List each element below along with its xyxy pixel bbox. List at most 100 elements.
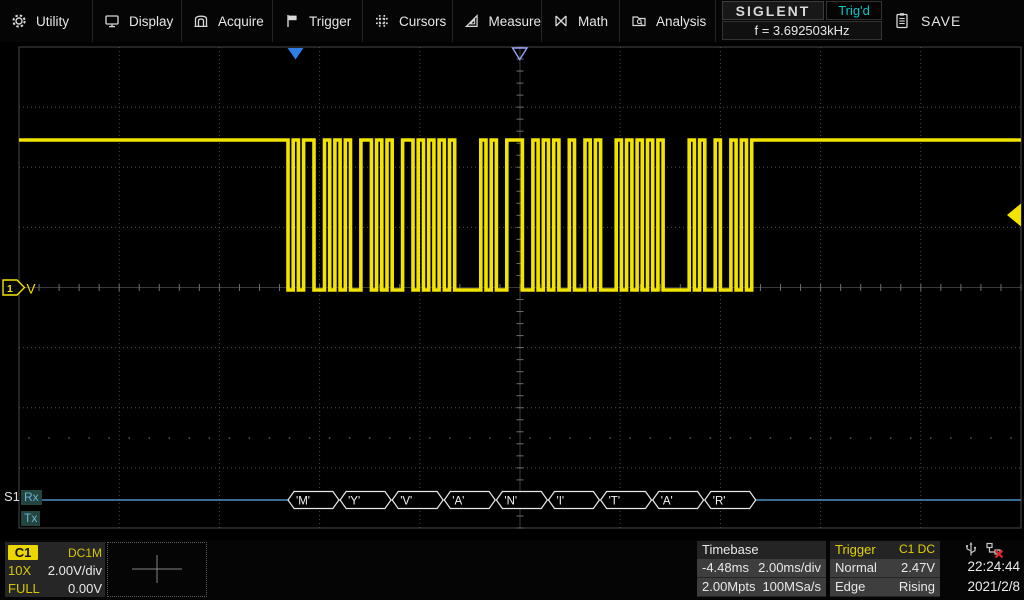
reference-dot bbox=[689, 437, 691, 439]
menu-item-utility[interactable]: Utility bbox=[0, 0, 92, 42]
timebase-memory: 2.00Mpts bbox=[702, 578, 755, 596]
reference-dot bbox=[850, 437, 852, 439]
usb-icon bbox=[962, 541, 980, 558]
gear-icon bbox=[11, 13, 27, 29]
reference-dot bbox=[830, 437, 832, 439]
display-icon bbox=[104, 13, 120, 29]
channel1-unit-label: V bbox=[27, 282, 36, 297]
timebase-panel[interactable]: Timebase -4.48ms 2.00ms/div 2.00Mpts 100… bbox=[697, 541, 826, 597]
reference-dot bbox=[730, 437, 732, 439]
menu-item-cursors[interactable]: Cursors bbox=[362, 0, 452, 42]
time-readout: 22:24:44 bbox=[930, 557, 1020, 577]
reference-dot bbox=[910, 437, 912, 439]
decode-frame-value: 'A' bbox=[452, 496, 464, 508]
decode-rx-badge[interactable]: Rx bbox=[21, 490, 42, 505]
menu-item-trigger[interactable]: Trigger bbox=[272, 0, 362, 42]
decode-frame-value: 'M' bbox=[296, 496, 310, 508]
decode-frame-value: 'V' bbox=[400, 496, 412, 508]
menu-label: Acquire bbox=[218, 14, 264, 29]
reference-dot bbox=[609, 437, 611, 439]
channel-c1-panel[interactable]: C1 DC1M 10X 2.00V/div FULL 0.00V bbox=[5, 542, 105, 597]
trigger-type: Edge bbox=[835, 578, 865, 596]
reference-dot bbox=[549, 437, 551, 439]
trigger-level-marker[interactable] bbox=[1007, 204, 1021, 227]
menu-label: Cursors bbox=[399, 14, 446, 29]
menu-item-measure[interactable]: Measure bbox=[452, 0, 541, 42]
reference-dot bbox=[249, 437, 251, 439]
timebase-scale: 2.00ms/div bbox=[758, 559, 821, 577]
menu-label: Analysis bbox=[656, 14, 706, 29]
reference-dot bbox=[1010, 437, 1012, 439]
menu-item-acquire[interactable]: Acquire bbox=[181, 0, 272, 42]
reference-dot bbox=[890, 437, 892, 439]
waveform-display: 'M''Y''V''A''N''I''T''A''R'1V bbox=[0, 0, 1024, 600]
menu-bar: Utility Display Acquire Trigger Cur bbox=[0, 0, 1024, 42]
reference-dot bbox=[369, 437, 371, 439]
menu-item-analysis[interactable]: Analysis bbox=[619, 0, 715, 42]
decode-frame-value: 'N' bbox=[504, 496, 517, 508]
reference-dot bbox=[349, 437, 351, 439]
save-button[interactable]: SAVE bbox=[888, 0, 1024, 42]
save-label: SAVE bbox=[921, 13, 961, 29]
reference-dot bbox=[309, 437, 311, 439]
trigger-title: Trigger bbox=[835, 541, 876, 558]
menu-item-display[interactable]: Display bbox=[92, 0, 181, 42]
reference-dot bbox=[289, 437, 291, 439]
decode-frame-value: 'R' bbox=[713, 496, 726, 508]
network-disconnected-icon bbox=[985, 541, 1004, 558]
crosshair-icon bbox=[108, 543, 206, 596]
menu-separator bbox=[715, 0, 716, 42]
menu-label: Math bbox=[578, 14, 608, 29]
reference-dot bbox=[329, 437, 331, 439]
channel1-offset-marker-label: 1 bbox=[7, 283, 13, 295]
reference-dot bbox=[269, 437, 271, 439]
reference-dot bbox=[669, 437, 671, 439]
reference-dot bbox=[429, 437, 431, 439]
reference-dot bbox=[529, 437, 531, 439]
channel-coupling: DC1M bbox=[68, 546, 102, 560]
decode-tx-badge[interactable]: Tx bbox=[21, 511, 40, 526]
reference-dot bbox=[208, 437, 210, 439]
reference-dot bbox=[930, 437, 932, 439]
reference-dot bbox=[148, 437, 150, 439]
timebase-delay: -4.48ms bbox=[702, 559, 749, 577]
decode-frame-value: 'A' bbox=[661, 496, 673, 508]
reference-dot bbox=[790, 437, 792, 439]
reference-dot bbox=[48, 437, 50, 439]
channel-scale: 2.00V/div bbox=[48, 563, 102, 578]
reference-dot bbox=[449, 437, 451, 439]
menu-label: Trigger bbox=[309, 14, 351, 29]
reference-dot bbox=[770, 437, 772, 439]
reference-dot bbox=[870, 437, 872, 439]
date-readout: 2021/2/8 bbox=[930, 577, 1020, 597]
status-bar: C1 DC1M 10X 2.00V/div FULL 0.00V Timebas… bbox=[0, 540, 1024, 600]
reference-dot bbox=[409, 437, 411, 439]
trigger-source: C1 DC bbox=[899, 541, 935, 558]
channel-bandwidth: FULL bbox=[8, 581, 40, 596]
measure-icon bbox=[464, 13, 479, 29]
reference-dot bbox=[569, 437, 571, 439]
reference-dot bbox=[68, 437, 70, 439]
decode-frame-value: 'Y' bbox=[348, 496, 360, 508]
reference-dot bbox=[229, 437, 231, 439]
menu-label: Utility bbox=[36, 14, 69, 29]
reference-dot bbox=[188, 437, 190, 439]
acquire-icon bbox=[193, 13, 209, 29]
decode-bus-label: S1 bbox=[4, 489, 20, 504]
reference-dot bbox=[750, 437, 752, 439]
reference-dot bbox=[649, 437, 651, 439]
trigger-frequency-readout: f = 3.692503kHz bbox=[722, 21, 882, 40]
flag-icon bbox=[284, 13, 300, 29]
reference-dot bbox=[88, 437, 90, 439]
save-icon bbox=[894, 12, 910, 30]
menu-item-math[interactable]: Math bbox=[541, 0, 619, 42]
reference-dot bbox=[509, 437, 511, 439]
trigger-panel[interactable]: Trigger C1 DC Normal 2.47V Edge Rising bbox=[830, 541, 940, 597]
clock: 22:24:44 2021/2/8 bbox=[930, 557, 1020, 597]
channel-slot-placeholder bbox=[107, 542, 207, 597]
reference-dot bbox=[810, 437, 812, 439]
reference-dot bbox=[629, 437, 631, 439]
timebase-sample-rate: 100MSa/s bbox=[762, 578, 821, 596]
trigger-position-marker[interactable] bbox=[288, 48, 304, 60]
math-icon bbox=[553, 13, 569, 29]
